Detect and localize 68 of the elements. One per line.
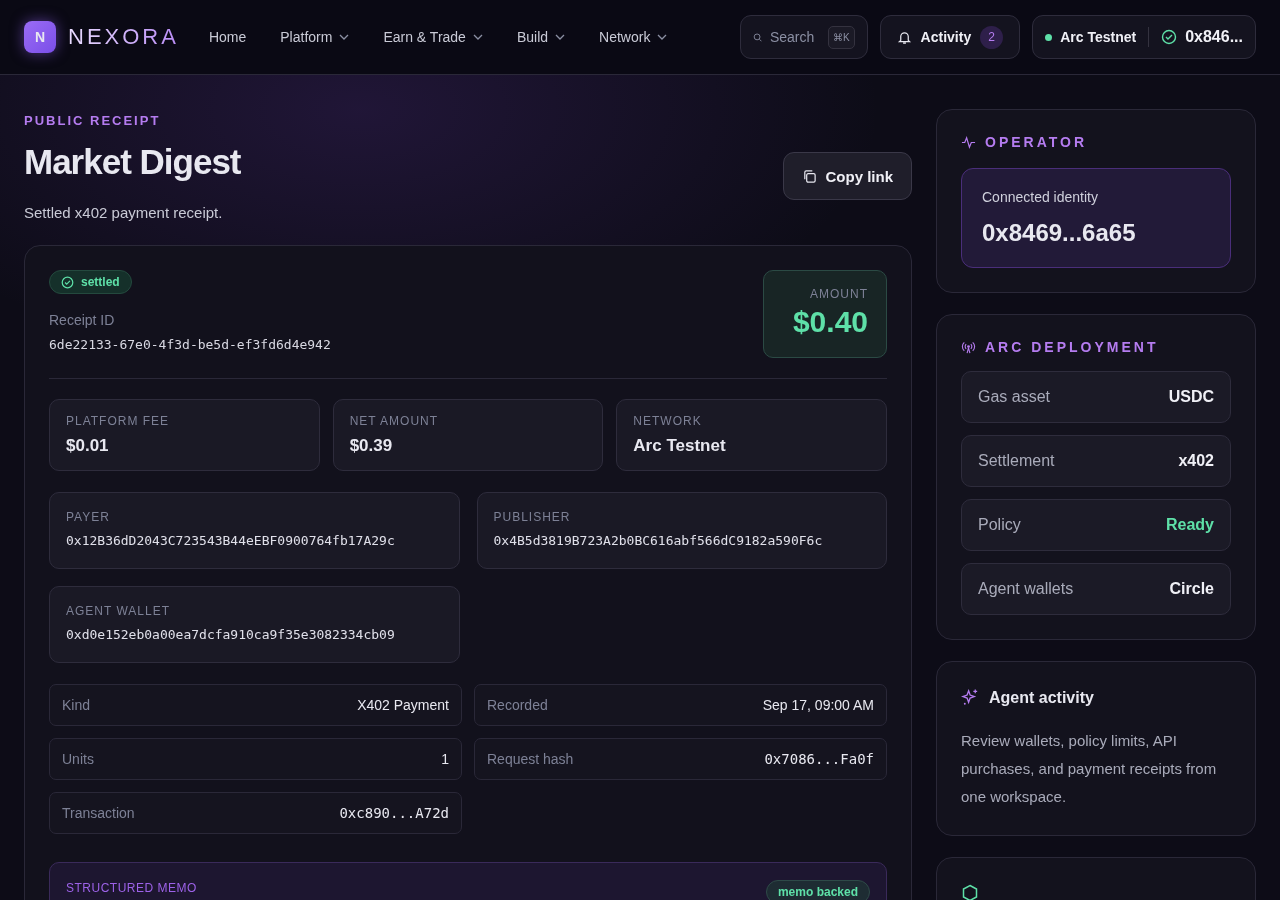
page-subtitle: Settled x402 payment receipt.	[24, 204, 224, 221]
identity-label: Connected identity	[982, 189, 1099, 205]
address-value: 0xd0e152eb0a00ea7dcfa910ca9f35e3082334cb09	[66, 627, 396, 642]
amount-value: $0.40	[792, 305, 868, 339]
row-label: Agent wallets	[978, 580, 1074, 598]
memo-label: STRUCTURED MEMO	[66, 881, 197, 895]
detail-label: Units	[62, 751, 94, 767]
search-input[interactable]: Search	[769, 29, 820, 45]
detail-value: X402 Payment	[357, 697, 449, 713]
stat-value: $0.01	[66, 436, 110, 456]
page-eyebrow: PUBLIC RECEIPT	[24, 112, 162, 128]
stat-label: PLATFORM FEE	[66, 414, 171, 428]
identity-address: 0x8469...6a65	[982, 219, 1137, 247]
row-label: Gas asset	[978, 388, 1051, 406]
receipt-id-label: Receipt ID	[49, 312, 116, 328]
activity-button[interactable]: Activity 2	[879, 15, 1021, 59]
logo-badge: N	[24, 21, 56, 53]
stat-label: NETWORK	[633, 414, 703, 428]
detail-label: Transaction	[62, 805, 135, 821]
nav-link[interactable]: Earn & Trade	[383, 29, 483, 45]
status-badge: settled	[49, 270, 132, 294]
wallet-address: 0x846...	[1185, 28, 1243, 46]
search-bar[interactable]: Search ⌘K	[739, 15, 868, 59]
detail-label: Kind	[62, 697, 91, 713]
copy-icon	[802, 168, 818, 184]
card-title: OPERATOR	[985, 134, 1088, 150]
amount-label: AMOUNT	[810, 287, 868, 301]
stat-label: NET AMOUNT	[349, 414, 440, 428]
row-value: x402	[1178, 452, 1214, 470]
detail-label: Request hash	[487, 751, 574, 767]
row-label: Settlement	[978, 452, 1055, 470]
wallet-button[interactable]: Arc Testnet 0x846...	[1032, 15, 1256, 59]
row-value: Ready	[1165, 516, 1214, 534]
address-label: PAYER	[66, 510, 111, 524]
address-label: PUBLISHER	[493, 510, 572, 524]
row-value: Circle	[1169, 580, 1214, 598]
card-title: ARC DEPLOYMENT	[985, 339, 1159, 355]
detail-value: 0xc890...A72d	[339, 805, 449, 821]
card-description: Review wallets, policy limits, API purchases, and payment receipts from one workspace.	[961, 731, 1218, 807]
network-name: Arc Testnet	[1060, 29, 1137, 45]
memo-badge: memo backed	[765, 880, 870, 900]
card-title: Agent activity	[989, 688, 1094, 707]
row-value: USDC	[1168, 388, 1214, 406]
address-label: AGENT WALLET	[66, 604, 172, 618]
page-title: Market Digest	[24, 142, 241, 182]
nav-link[interactable]: Network	[599, 29, 668, 45]
row-label: Policy	[978, 516, 1021, 534]
nav-link[interactable]: Home	[208, 29, 247, 45]
detail-value: 1	[441, 751, 449, 767]
pulse-icon	[961, 134, 976, 150]
shortcut-key: ⌘K	[827, 25, 855, 49]
nav-link[interactable]: Build	[516, 29, 566, 45]
detail-value: Sep 17, 09:00 AM	[762, 697, 874, 713]
detail-value: 0x7086...Fa0f	[764, 751, 874, 767]
receipt-id: 6de22133-67e0-4f3d-be5d-ef3fd6d4e942	[49, 337, 331, 352]
check-circle-icon	[1161, 29, 1178, 45]
address-value: 0x4B5d3819B723A2b0BC616abf566dC9182a590F6c	[493, 533, 824, 548]
sparkle-icon	[961, 688, 980, 707]
detail-label: Recorded	[487, 697, 548, 713]
broadcast-icon	[961, 339, 976, 355]
stat-value: $0.39	[349, 436, 394, 456]
address-value: 0x12B36dD2043C723543B44eEBF0900764fb17A29c	[66, 533, 396, 548]
copy-link-button[interactable]: Copy link	[783, 152, 912, 200]
bell-icon	[896, 29, 912, 45]
stat-value: Arc Testnet	[633, 436, 727, 456]
status-dot	[1045, 33, 1053, 41]
count-badge: 2	[980, 25, 1004, 49]
nav-link[interactable]: Platform	[280, 29, 350, 45]
